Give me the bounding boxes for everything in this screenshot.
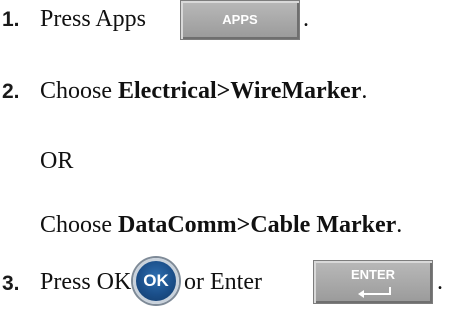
enter-key-label: ENTER: [350, 267, 396, 282]
alt-choice-menu-path: DataComm>Cable Marker: [118, 212, 397, 238]
step-1-number: 1.: [2, 8, 20, 31]
step-1-text: Press Apps: [40, 6, 147, 32]
step-2-menu-path: Electrical>WireMarker: [118, 78, 362, 104]
step-1-period: .: [303, 6, 309, 32]
apps-key[interactable]: APPS: [180, 0, 300, 40]
step-2-number: 2.: [2, 80, 20, 103]
enter-arrow-icon: [358, 287, 391, 298]
step-2-text: Choose Electrical>WireMarker.: [40, 78, 367, 105]
alt-choice-suffix: .: [396, 212, 403, 238]
step-2-suffix: .: [361, 78, 368, 104]
alt-choice-prefix: Choose: [40, 212, 118, 238]
step-3-period: .: [437, 269, 443, 295]
ok-button[interactable]: OK: [133, 258, 179, 304]
step-3-text-b: or Enter: [184, 269, 262, 295]
apps-key-label: APPS: [222, 12, 258, 27]
or-text: OR: [40, 148, 74, 174]
step-3-number: 3.: [2, 272, 20, 295]
ok-button-label: OK: [143, 271, 169, 290]
enter-key[interactable]: ENTER: [313, 260, 433, 304]
alt-choice-text: Choose DataComm>Cable Marker.: [40, 212, 402, 239]
step-3-text-a: Press OK: [40, 269, 132, 295]
step-2-prefix: Choose: [40, 78, 118, 104]
